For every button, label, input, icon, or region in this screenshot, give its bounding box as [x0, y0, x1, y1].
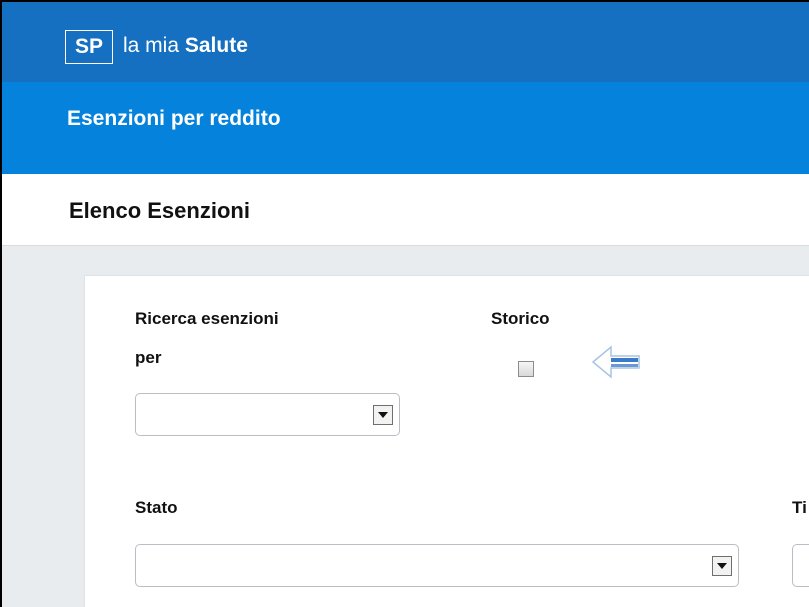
search-by-label: Ricerca esenzioni: [135, 309, 279, 328]
top-bar: SP la mia Salute: [2, 2, 809, 82]
tipo-label: Ti: [792, 498, 807, 517]
search-by-label-cont: per: [135, 348, 162, 367]
app-frame: SP la mia Salute Esenzioni per reddito E…: [0, 0, 809, 607]
section-bar: Esenzioni per reddito: [2, 82, 809, 174]
logo-text: SP: [74, 35, 103, 58]
page-header: Elenco Esenzioni: [2, 174, 809, 246]
search-by-select[interactable]: [135, 393, 400, 436]
section-title: Esenzioni per reddito: [67, 107, 281, 130]
stato-label: Stato: [135, 498, 178, 517]
brand-name[interactable]: la mia Salute: [123, 33, 248, 59]
brand-prefix: la mia: [123, 34, 180, 57]
back-arrow-icon[interactable]: [591, 343, 643, 381]
app-logo[interactable]: SP: [65, 30, 113, 64]
search-panel: Ricerca esenzioni per Storico Stato Ti: [84, 275, 809, 607]
brand-title: Salute: [184, 34, 248, 57]
chevron-down-icon[interactable]: [712, 556, 732, 576]
storico-checkbox[interactable]: [518, 361, 534, 377]
storico-label: Storico: [491, 309, 550, 328]
stato-select[interactable]: [135, 544, 739, 587]
chevron-down-icon[interactable]: [373, 405, 393, 425]
page-title: Elenco Esenzioni: [69, 198, 250, 223]
tipo-select[interactable]: [792, 544, 809, 587]
